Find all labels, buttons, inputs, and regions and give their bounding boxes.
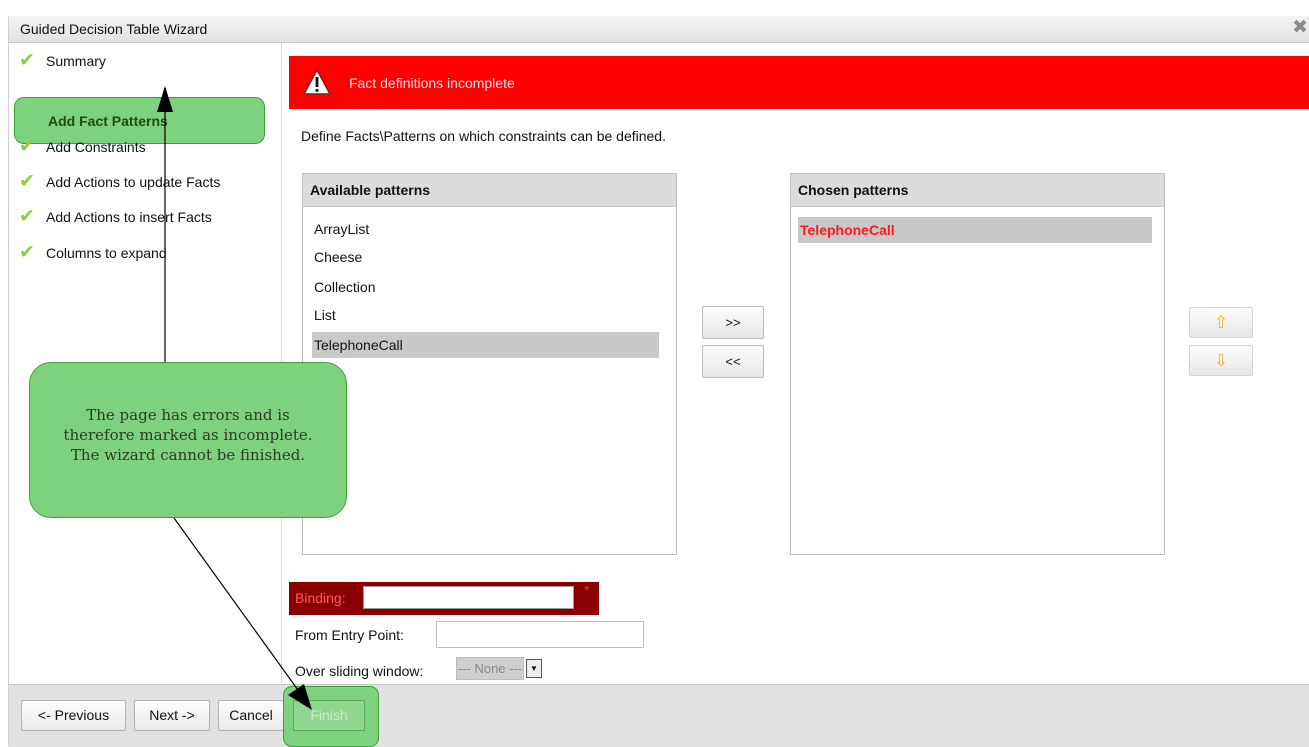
nav-item-summary[interactable]: ✔ Summary <box>19 49 106 73</box>
nav-item-label: Add Fact Patterns <box>48 113 168 129</box>
wizard-footer: <- Previous Next -> Cancel Finish <box>9 684 1309 747</box>
wizard-page: Fact definitions incomplete Define Facts… <box>282 43 1309 683</box>
nav-item-label: Add Actions to update Facts <box>46 174 221 190</box>
error-message: Fact definitions incomplete <box>349 75 515 91</box>
nav-item-add-constraints[interactable]: ✔ Add Constraints <box>19 135 146 159</box>
list-item-selected[interactable]: TelephoneCall <box>312 332 659 358</box>
nav-item-label: Summary <box>46 53 106 69</box>
remove-pattern-button[interactable]: << <box>702 345 764 378</box>
nav-item-label: Add Actions to insert Facts <box>46 209 212 225</box>
list-item[interactable]: Cheese <box>312 244 659 270</box>
cancel-button[interactable]: Cancel <box>218 700 284 731</box>
title-bar: Guided Decision Table Wizard ✖ <box>9 16 1309 43</box>
list-item[interactable]: Collection <box>312 274 659 300</box>
required-marker: * <box>584 582 590 598</box>
callout-line: The page has errors and is <box>86 406 290 424</box>
check-icon: ✔ <box>19 171 35 192</box>
nav-item-columns-to-expand[interactable]: ✔ Columns to expand <box>19 241 167 265</box>
sliding-window-label: Over sliding window: <box>295 663 424 679</box>
entry-point-input[interactable] <box>436 621 644 648</box>
arrow-down-icon: ⇩ <box>1213 351 1229 370</box>
move-up-button[interactable]: ⇧ <box>1189 307 1253 338</box>
binding-label: Binding: <box>295 590 346 606</box>
chosen-patterns-header: Chosen patterns <box>791 174 1164 207</box>
available-patterns-header: Available patterns <box>303 174 676 207</box>
error-banner: Fact definitions incomplete <box>289 56 1309 109</box>
warning-triangle-icon <box>303 68 331 95</box>
nav-item-label: Add Constraints <box>46 139 146 155</box>
move-down-button[interactable]: ⇩ <box>1189 345 1253 376</box>
check-icon: ✔ <box>19 206 35 227</box>
binding-input[interactable] <box>363 586 574 609</box>
previous-button[interactable]: <- Previous <box>21 700 126 731</box>
window-title: Guided Decision Table Wizard <box>20 21 208 37</box>
page-description: Define Facts\Patterns on which constrain… <box>301 128 666 144</box>
sliding-window-value: --- None --- <box>456 657 524 680</box>
chosen-patterns-list: Chosen patterns TelephoneCall <box>790 173 1165 555</box>
list-item[interactable]: ArrayList <box>312 216 659 242</box>
callout-line: therefore marked as incomplete. <box>63 426 313 444</box>
entry-point-label: From Entry Point: <box>295 627 404 643</box>
arrow-up-icon: ⇧ <box>1213 313 1229 332</box>
nav-item-add-actions-update[interactable]: ✔ Add Actions to update Facts <box>19 170 220 194</box>
next-button[interactable]: Next -> <box>134 700 210 731</box>
available-patterns-list: Available patterns ArrayList Cheese Coll… <box>302 173 677 555</box>
list-item[interactable]: List <box>312 302 659 328</box>
list-item-selected[interactable]: TelephoneCall <box>798 217 1152 243</box>
sliding-window-select[interactable]: --- None --- ▼ <box>456 657 542 680</box>
check-icon: ✔ <box>19 136 35 157</box>
chevron-down-icon[interactable]: ▼ <box>526 659 542 678</box>
finish-button: Finish <box>293 700 365 731</box>
callout-line: The wizard cannot be finished. <box>70 446 306 464</box>
binding-row: Binding: * <box>289 582 599 615</box>
nav-item-add-actions-insert[interactable]: ✔ Add Actions to insert Facts <box>19 205 212 229</box>
add-pattern-button[interactable]: >> <box>702 306 764 339</box>
close-x-icon[interactable]: ✖ <box>1292 18 1308 38</box>
check-icon: ✔ <box>19 242 35 263</box>
check-icon: ✔ <box>19 50 35 71</box>
annotation-callout: The page has errors and is therefore mar… <box>29 362 347 518</box>
nav-item-label: Columns to expand <box>46 245 167 261</box>
